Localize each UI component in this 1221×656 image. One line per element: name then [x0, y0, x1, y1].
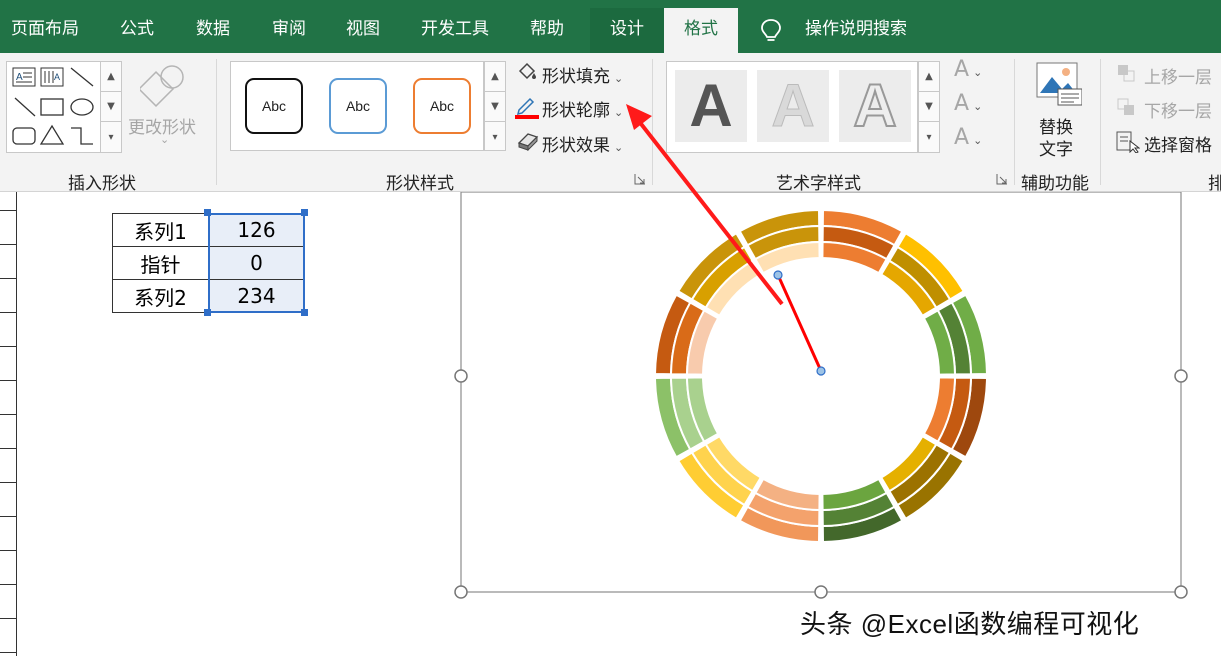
text-effects-button[interactable]: A ⌄ — [954, 125, 982, 150]
shape-outline-button[interactable]: 形状轮廓 ⌄ — [542, 96, 623, 121]
pointer-handle[interactable] — [816, 366, 826, 376]
style-sample-black[interactable]: Abc — [245, 78, 303, 134]
resize-handle[interactable] — [454, 369, 468, 383]
text-effects-icon: A — [954, 125, 970, 150]
group-label-wordart-styles: 艺术字样式 — [776, 174, 861, 194]
vertical-textbox-icon[interactable]: A — [40, 67, 64, 87]
more-icon[interactable]: ▾ — [485, 122, 505, 152]
group-label-arrange: 排 — [1208, 174, 1221, 194]
shape-effects-button[interactable]: 形状效果 ⌄ — [542, 131, 623, 156]
shape-effects-icon[interactable] — [516, 131, 540, 151]
svg-text:A: A — [54, 72, 60, 82]
chevron-down-icon: ⌄ — [614, 141, 624, 154]
wordart-gallery[interactable]: A A A — [666, 61, 918, 153]
tab-review[interactable]: 审阅 — [256, 8, 322, 53]
tab-design[interactable]: 设计 — [590, 8, 664, 53]
style-gallery-scrollbar[interactable]: ▲ ▼ ▾ — [484, 61, 506, 151]
more-icon[interactable]: ▾ — [919, 122, 939, 152]
tab-page-layout[interactable]: 页面布局 — [6, 8, 84, 53]
shape-gallery-scrollbar[interactable]: ▲ ▼ ▾ — [100, 61, 122, 153]
group-separator — [1014, 59, 1015, 185]
doughnut-rings — [653, 208, 989, 544]
text-fill-button[interactable]: A ⌄ — [954, 57, 982, 82]
chart-frame[interactable] — [460, 192, 1182, 593]
bring-forward-button[interactable]: 上移一层 — [1144, 63, 1212, 88]
chevron-down-icon: ⌄ — [614, 72, 624, 85]
group-separator — [216, 59, 217, 185]
chevron-up-icon[interactable]: ▲ — [101, 62, 121, 92]
send-backward-button[interactable]: 下移一层 — [1144, 97, 1212, 122]
elbow-connector-icon[interactable] — [71, 127, 93, 145]
triangle-icon[interactable] — [39, 124, 65, 145]
chevron-down-icon: ⌄ — [973, 100, 983, 113]
resize-handle[interactable] — [1174, 369, 1188, 383]
more-icon[interactable]: ▾ — [101, 122, 121, 152]
oval-icon[interactable] — [70, 98, 94, 116]
shape-style-gallery[interactable]: Abc Abc Abc — [230, 61, 484, 151]
chevron-down-icon: ⌄ — [160, 133, 170, 146]
style-sample-orange[interactable]: Abc — [413, 78, 471, 134]
line-shape-icon[interactable] — [70, 67, 94, 87]
tab-formulas[interactable]: 公式 — [104, 8, 170, 53]
dialog-launcher-icon[interactable] — [634, 173, 646, 185]
chevron-up-icon[interactable]: ▲ — [485, 62, 505, 92]
watermark-text: 头条 @Excel函数编程可视化 — [800, 609, 1140, 639]
chevron-down-icon[interactable]: ▼ — [919, 92, 939, 122]
group-label-shape-styles: 形状样式 — [386, 174, 454, 194]
tell-me-search[interactable]: 操作说明搜索 — [796, 8, 916, 53]
resize-handle[interactable] — [454, 585, 468, 599]
tab-data[interactable]: 数据 — [180, 8, 246, 53]
pen-outline-icon[interactable] — [514, 95, 540, 119]
group-label-insert-shapes: 插入形状 — [68, 174, 136, 194]
shape-fill-button[interactable]: 形状填充 ⌄ — [542, 62, 623, 87]
shape-effects-label: 形状效果 — [542, 136, 610, 156]
pointer-handle[interactable] — [773, 270, 783, 280]
chevron-down-icon: ⌄ — [614, 106, 624, 119]
text-outline-button[interactable]: A ⌄ — [954, 91, 982, 116]
tab-developer[interactable]: 开发工具 — [410, 8, 500, 53]
text-outline-icon: A — [954, 91, 970, 116]
paint-bucket-icon[interactable] — [516, 61, 538, 83]
doughnut-chart[interactable] — [0, 192, 1221, 656]
chevron-down-icon: ⌄ — [973, 66, 983, 79]
wordart-sample-dark[interactable]: A — [675, 70, 747, 142]
rounded-rectangle-icon[interactable] — [12, 127, 36, 145]
lightbulb-icon — [761, 19, 781, 41]
worksheet[interactable]: 系列1 126 指针 0 系列2 234 头条 @Excel函数编程可视化 — [0, 192, 1221, 656]
group-separator — [652, 59, 653, 185]
shape-outline-label: 形状轮廓 — [542, 101, 610, 121]
text-fill-icon: A — [954, 57, 970, 82]
resize-handle[interactable] — [814, 585, 828, 599]
ribbon: A A ▲ ▼ ▾ 更改形状 ⌄ 插入形状 Abc Abc Abc ▲ ▼ ▾ — [0, 53, 1221, 194]
arrow-line-icon[interactable] — [14, 97, 36, 117]
wordart-sample-light[interactable]: A — [757, 70, 829, 142]
chevron-up-icon[interactable]: ▲ — [919, 62, 939, 92]
send-backward-icon[interactable] — [1116, 97, 1138, 117]
selection-pane-button[interactable]: 选择窗格 — [1144, 131, 1212, 156]
tab-help[interactable]: 帮助 — [514, 8, 580, 53]
tab-format[interactable]: 格式 — [664, 8, 738, 53]
chevron-down-icon[interactable]: ▼ — [485, 92, 505, 122]
group-separator — [1100, 59, 1101, 185]
svg-text:A: A — [16, 72, 23, 83]
change-shape-icon[interactable] — [140, 63, 188, 107]
style-sample-blue[interactable]: Abc — [329, 78, 387, 134]
tab-view[interactable]: 视图 — [330, 8, 396, 53]
wordart-sample-outline[interactable]: A — [839, 70, 911, 142]
alt-text-icon[interactable] — [1036, 61, 1082, 107]
rectangle-icon[interactable] — [40, 98, 64, 116]
chevron-down-icon: ⌄ — [973, 134, 983, 147]
chevron-down-icon[interactable]: ▼ — [101, 92, 121, 122]
ribbon-tab-bar: 页面布局 公式 数据 审阅 视图 开发工具 帮助 设计 格式 操作说明搜索 — [0, 0, 1221, 53]
dialog-launcher-icon[interactable] — [996, 173, 1008, 185]
shape-fill-label: 形状填充 — [542, 67, 610, 87]
bring-forward-icon[interactable] — [1116, 63, 1138, 83]
textbox-icon[interactable]: A — [12, 67, 36, 87]
group-label-accessibility: 辅助功能 — [1021, 174, 1089, 194]
selection-pane-icon[interactable] — [1116, 131, 1140, 153]
alt-text-line2[interactable]: 文字 — [1039, 135, 1073, 160]
resize-handle[interactable] — [1174, 585, 1188, 599]
wordart-gallery-scrollbar[interactable]: ▲ ▼ ▾ — [918, 61, 940, 153]
gauge-pointer[interactable] — [776, 274, 823, 372]
